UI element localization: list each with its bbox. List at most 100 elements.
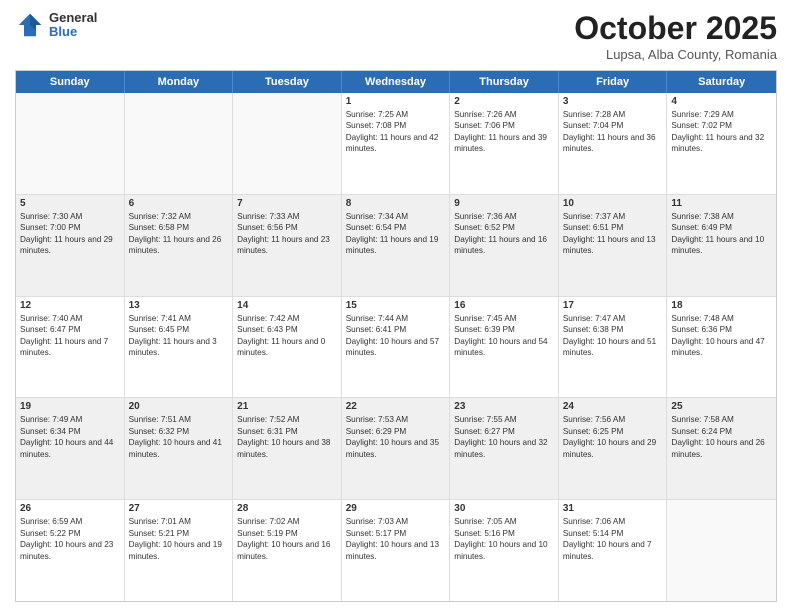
day-info: Sunrise: 7:56 AMSunset: 6:25 PMDaylight:… (563, 414, 663, 460)
day-number: 9 (454, 198, 554, 209)
day-number: 10 (563, 198, 663, 209)
calendar-body: 1 Sunrise: 7:25 AMSunset: 7:08 PMDaylight… (16, 93, 776, 601)
logo-icon (15, 10, 45, 40)
day-number: 2 (454, 96, 554, 107)
day-info: Sunrise: 7:38 AMSunset: 6:49 PMDaylight:… (671, 211, 772, 257)
day-cell-13: 13Sunrise: 7:41 AMSunset: 6:45 PMDayligh… (125, 297, 234, 398)
day-number: 28 (237, 503, 337, 514)
day-cell-27: 27Sunrise: 7:01 AMSunset: 5:21 PMDayligh… (125, 500, 234, 601)
day-cell-11: 11 Sunrise: 7:38 AMSunset: 6:49 PMDayligh… (667, 195, 776, 296)
day-cell-5: 5Sunrise: 7:30 AMSunset: 7:00 PMDaylight… (16, 195, 125, 296)
day-number: 19 (20, 401, 120, 412)
day-cell-26: 26 Sunrise: 6:59 AMSunset: 5:22 PMDayligh… (16, 500, 125, 601)
day-cell-17: 17 Sunrise: 7:47 AMSunset: 6:38 PMDayligh… (559, 297, 668, 398)
logo-text: General Blue (49, 11, 97, 40)
day-info: Sunrise: 7:47 AMSunset: 6:38 PMDaylight:… (563, 313, 663, 359)
day-info: Sunrise: 7:51 AMSunset: 6:32 PMDaylight:… (129, 414, 229, 460)
header-day-monday: Monday (125, 71, 234, 93)
day-number: 12 (20, 300, 120, 311)
header-day-saturday: Saturday (667, 71, 776, 93)
day-number: 16 (454, 300, 554, 311)
day-number: 3 (563, 96, 663, 107)
day-info: Sunrise: 7:26 AMSunset: 7:06 PMDaylight:… (454, 109, 554, 155)
week-row-1: 5Sunrise: 7:30 AMSunset: 7:00 PMDaylight… (16, 195, 776, 297)
empty-cell (16, 93, 125, 194)
day-cell-9: 9 Sunrise: 7:36 AMSunset: 6:52 PMDaylight… (450, 195, 559, 296)
day-info: Sunrise: 7:58 AMSunset: 6:24 PMDaylight:… (671, 414, 772, 460)
day-cell-4: 4 Sunrise: 7:29 AMSunset: 7:02 PMDaylight… (667, 93, 776, 194)
logo-general-text: General (49, 11, 97, 25)
day-number: 24 (563, 401, 663, 412)
day-info: Sunrise: 7:03 AMSunset: 5:17 PMDaylight:… (346, 516, 446, 562)
header: General Blue October 2025 Lupsa, Alba Co… (15, 10, 777, 62)
day-cell-23: 23Sunrise: 7:55 AMSunset: 6:27 PMDayligh… (450, 398, 559, 499)
month-title: October 2025 (574, 10, 777, 47)
day-cell-10: 10 Sunrise: 7:37 AMSunset: 6:51 PMDayligh… (559, 195, 668, 296)
page: General Blue October 2025 Lupsa, Alba Co… (0, 0, 792, 612)
day-number: 17 (563, 300, 663, 311)
week-row-4: 26 Sunrise: 6:59 AMSunset: 5:22 PMDayligh… (16, 500, 776, 601)
day-number: 11 (671, 198, 772, 209)
empty-cell (667, 500, 776, 601)
header-day-tuesday: Tuesday (233, 71, 342, 93)
day-cell-25: 25 Sunrise: 7:58 AMSunset: 6:24 PMDayligh… (667, 398, 776, 499)
day-number: 8 (346, 198, 446, 209)
day-info: Sunrise: 7:37 AMSunset: 6:51 PMDaylight:… (563, 211, 663, 257)
day-info: Sunrise: 7:36 AMSunset: 6:52 PMDaylight:… (454, 211, 554, 257)
header-day-friday: Friday (559, 71, 668, 93)
day-cell-22: 22 Sunrise: 7:53 AMSunset: 6:29 PMDayligh… (342, 398, 451, 499)
day-info: Sunrise: 7:06 AMSunset: 5:14 PMDaylight:… (563, 516, 663, 562)
day-cell-6: 6 Sunrise: 7:32 AMSunset: 6:58 PMDaylight… (125, 195, 234, 296)
day-info: Sunrise: 7:25 AMSunset: 7:08 PMDaylight:… (346, 109, 446, 155)
empty-cell (125, 93, 234, 194)
day-number: 20 (129, 401, 229, 412)
day-cell-31: 31 Sunrise: 7:06 AMSunset: 5:14 PMDayligh… (559, 500, 668, 601)
day-info: Sunrise: 7:29 AMSunset: 7:02 PMDaylight:… (671, 109, 772, 155)
day-cell-3: 3Sunrise: 7:28 AMSunset: 7:04 PMDaylight… (559, 93, 668, 194)
day-cell-30: 30Sunrise: 7:05 AMSunset: 5:16 PMDayligh… (450, 500, 559, 601)
day-number: 25 (671, 401, 772, 412)
day-cell-21: 21 Sunrise: 7:52 AMSunset: 6:31 PMDayligh… (233, 398, 342, 499)
day-cell-28: 28Sunrise: 7:02 AMSunset: 5:19 PMDayligh… (233, 500, 342, 601)
header-day-thursday: Thursday (450, 71, 559, 93)
day-info: Sunrise: 7:32 AMSunset: 6:58 PMDaylight:… (129, 211, 229, 257)
week-row-2: 12 Sunrise: 7:40 AMSunset: 6:47 PMDayligh… (16, 297, 776, 399)
day-cell-16: 16 Sunrise: 7:45 AMSunset: 6:39 PMDayligh… (450, 297, 559, 398)
day-info: Sunrise: 7:52 AMSunset: 6:31 PMDaylight:… (237, 414, 337, 460)
day-cell-29: 29Sunrise: 7:03 AMSunset: 5:17 PMDayligh… (342, 500, 451, 601)
week-row-3: 19 Sunrise: 7:49 AMSunset: 6:34 PMDayligh… (16, 398, 776, 500)
day-info: Sunrise: 7:40 AMSunset: 6:47 PMDaylight:… (20, 313, 120, 359)
day-number: 31 (563, 503, 663, 514)
day-info: Sunrise: 7:45 AMSunset: 6:39 PMDaylight:… (454, 313, 554, 359)
day-info: Sunrise: 7:01 AMSunset: 5:21 PMDaylight:… (129, 516, 229, 562)
subtitle: Lupsa, Alba County, Romania (574, 47, 777, 62)
day-number: 1 (346, 96, 446, 107)
day-info: Sunrise: 7:42 AMSunset: 6:43 PMDaylight:… (237, 313, 337, 359)
calendar: SundayMondayTuesdayWednesdayThursdayFrid… (15, 70, 777, 602)
day-number: 5 (20, 198, 120, 209)
day-cell-12: 12 Sunrise: 7:40 AMSunset: 6:47 PMDayligh… (16, 297, 125, 398)
day-number: 4 (671, 96, 772, 107)
header-day-sunday: Sunday (16, 71, 125, 93)
day-cell-18: 18 Sunrise: 7:48 AMSunset: 6:36 PMDayligh… (667, 297, 776, 398)
day-info: Sunrise: 7:33 AMSunset: 6:56 PMDaylight:… (237, 211, 337, 257)
empty-cell (233, 93, 342, 194)
day-cell-8: 8 Sunrise: 7:34 AMSunset: 6:54 PMDaylight… (342, 195, 451, 296)
day-info: Sunrise: 7:49 AMSunset: 6:34 PMDaylight:… (20, 414, 120, 460)
day-number: 18 (671, 300, 772, 311)
day-number: 14 (237, 300, 337, 311)
day-cell-15: 15 Sunrise: 7:44 AMSunset: 6:41 PMDayligh… (342, 297, 451, 398)
day-number: 22 (346, 401, 446, 412)
day-info: Sunrise: 6:59 AMSunset: 5:22 PMDaylight:… (20, 516, 120, 562)
day-number: 15 (346, 300, 446, 311)
title-block: October 2025 Lupsa, Alba County, Romania (574, 10, 777, 62)
day-number: 26 (20, 503, 120, 514)
day-info: Sunrise: 7:44 AMSunset: 6:41 PMDaylight:… (346, 313, 446, 359)
day-info: Sunrise: 7:53 AMSunset: 6:29 PMDaylight:… (346, 414, 446, 460)
day-cell-19: 19 Sunrise: 7:49 AMSunset: 6:34 PMDayligh… (16, 398, 125, 499)
day-number: 6 (129, 198, 229, 209)
day-info: Sunrise: 7:48 AMSunset: 6:36 PMDaylight:… (671, 313, 772, 359)
day-number: 21 (237, 401, 337, 412)
day-info: Sunrise: 7:34 AMSunset: 6:54 PMDaylight:… (346, 211, 446, 257)
day-cell-24: 24 Sunrise: 7:56 AMSunset: 6:25 PMDayligh… (559, 398, 668, 499)
